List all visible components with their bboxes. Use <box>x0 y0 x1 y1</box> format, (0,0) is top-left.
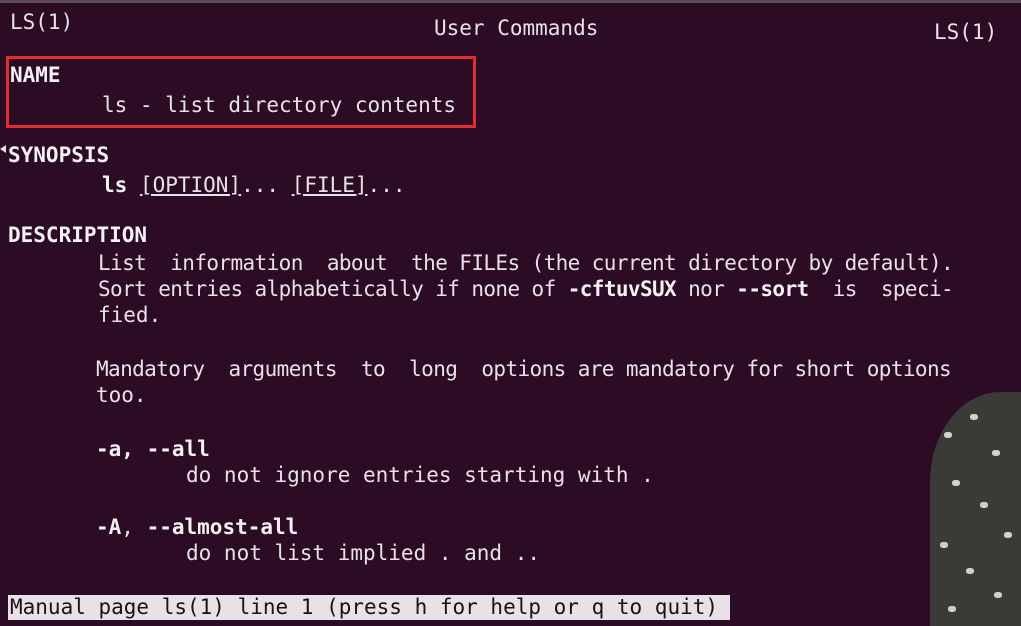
flag-sort: --sort <box>736 277 809 301</box>
option-A-description: do not list implied . and .. <box>186 541 541 565</box>
header-left: LS(1) <box>10 10 74 34</box>
description-line-2: Sort entries alphabetically if none of -… <box>98 276 954 302</box>
option-A-flags: -A, --almost-all <box>96 514 298 540</box>
description-line-2a: Sort entries alphabetically if none of <box>98 277 568 301</box>
name-text: ls - list directory contents <box>102 93 457 117</box>
scroll-marker-icon <box>0 145 6 153</box>
status-bar: Manual page ls(1) line 1 (press h for he… <box>8 595 730 620</box>
description-line-4: Mandatory arguments to long options are … <box>96 357 952 381</box>
option-A-short: -A <box>96 515 122 539</box>
flag-cftuvsux: -cftuvSUX <box>567 277 677 301</box>
description-heading: DESCRIPTION <box>8 223 148 247</box>
synopsis-command: ls <box>102 173 128 197</box>
synopsis-dots-1: ... <box>241 173 292 197</box>
name-heading: NAME <box>10 63 61 87</box>
synopsis-sep <box>127 173 140 197</box>
synopsis-line: ls [OPTION]... [FILE]... <box>102 172 405 198</box>
option-A-long: --almost-all <box>146 515 299 539</box>
description-line-3: fied. <box>98 303 162 327</box>
header-title: User Commands <box>434 16 599 40</box>
option-a-flags: -a, --all <box>96 437 210 461</box>
description-line-2b: nor <box>676 277 737 301</box>
window-edge <box>0 0 1021 3</box>
presenter-overlay <box>930 392 1021 626</box>
description-line-1: List information about the FILEs (the cu… <box>98 251 954 275</box>
synopsis-heading: SYNOPSIS <box>8 143 110 167</box>
option-A-sep: , <box>121 515 147 539</box>
header-right: LS(1) <box>934 20 998 44</box>
description-line-2c: is speci- <box>808 277 954 301</box>
synopsis-file: [FILE] <box>291 173 368 197</box>
description-line-5: too. <box>96 383 147 407</box>
synopsis-option: [OPTION] <box>139 173 242 197</box>
option-a-description: do not ignore entries starting with . <box>186 463 654 487</box>
synopsis-dots-2: ... <box>367 173 406 197</box>
